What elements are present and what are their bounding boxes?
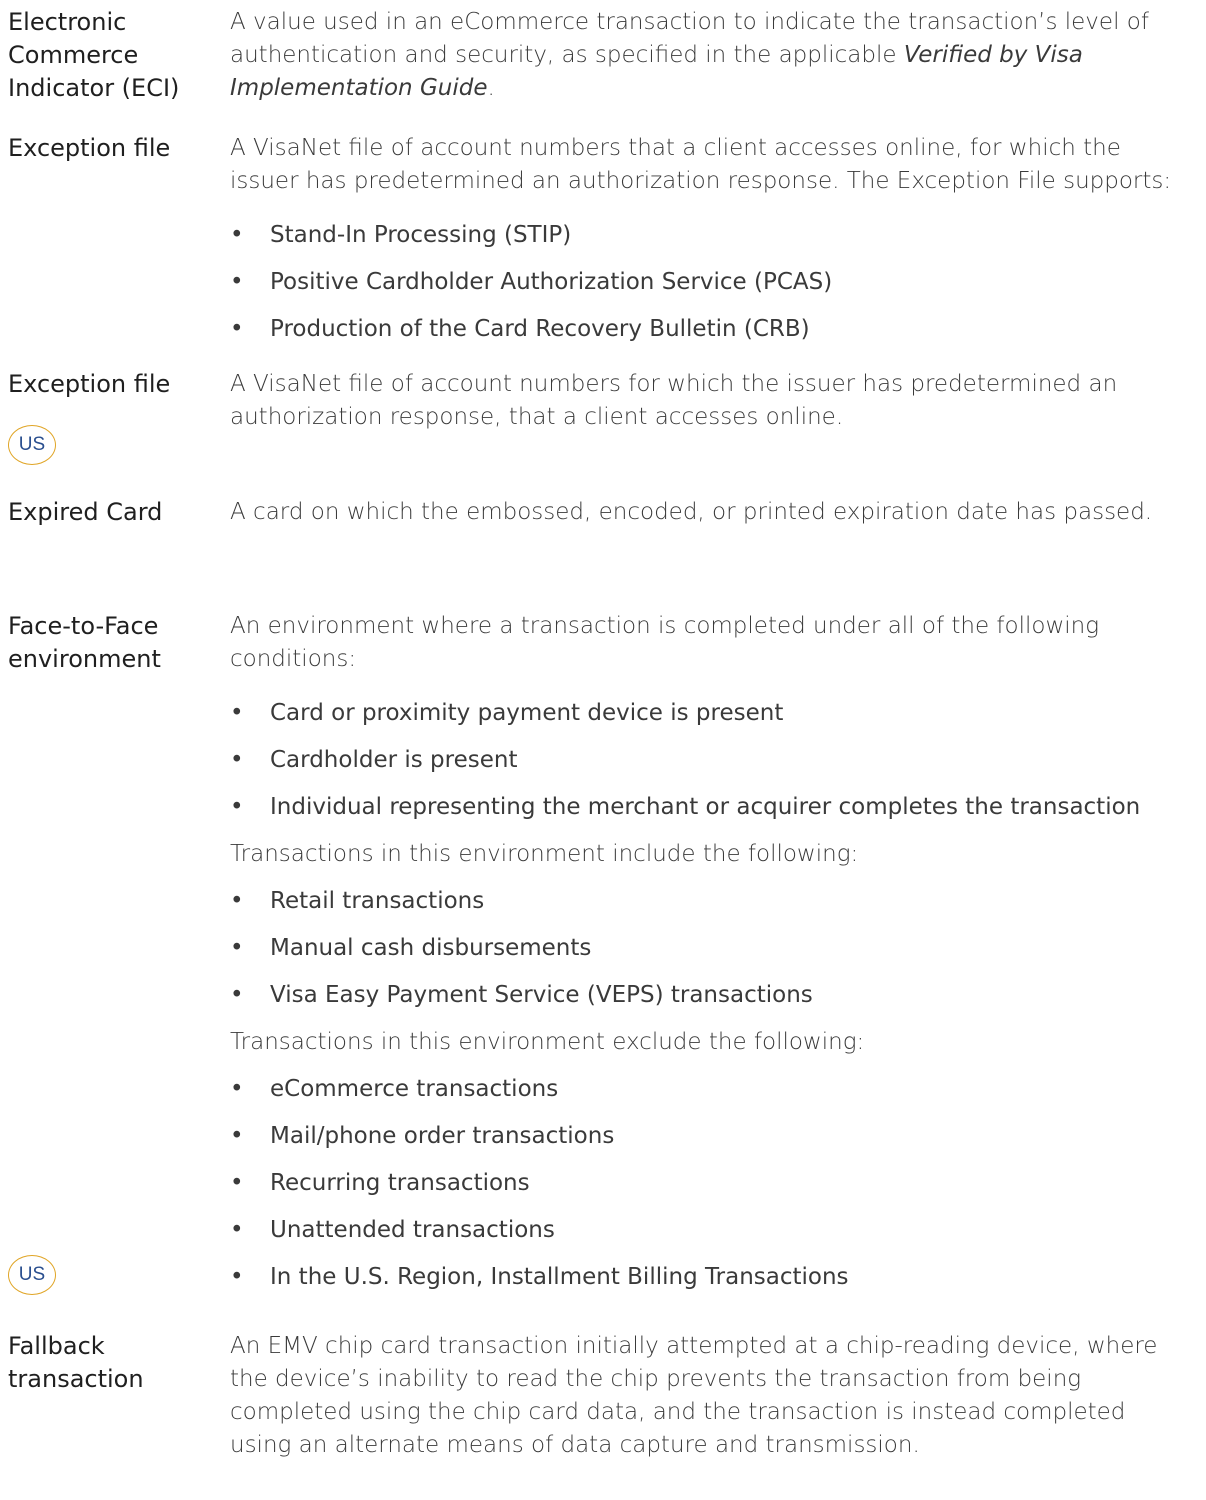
list-item-text: Cardholder is present [270,747,518,773]
bullet-icon: • [230,269,244,295]
list-item-text: eCommerce transactions [270,1076,559,1102]
definition-eci: A value used in an eCommerce transaction… [230,6,1190,105]
include-intro: Transactions in this environment include… [230,841,859,867]
term-face-to-face: Face-to-Face environment [8,612,161,673]
list-item-text: Production of the Card Recovery Bulletin… [270,316,810,342]
list-item-text: Recurring transactions [270,1170,530,1196]
list-item-text: Retail transactions [270,888,485,914]
bullet-icon: • [230,316,244,342]
term-expired-card: Expired Card [8,498,163,526]
definition-expired-card: A card on which the embossed, encoded, o… [230,499,1153,525]
bullet-icon: • [230,1217,244,1243]
list-item-text: Unattended transactions [270,1217,555,1243]
bullet-icon: • [230,1170,244,1196]
list-item-text: Stand-In Processing (STIP) [270,222,572,248]
bullet-icon: • [230,222,244,248]
definition-exception-file-us: A VisaNet file of account numbers for wh… [230,371,1118,430]
bullet-icon: • [230,1076,244,1102]
bullet-icon: • [230,888,244,914]
term-eci: Electronic Commerce Indicator (ECI) [8,8,180,102]
list-item-text: Card or proximity payment device is pres… [270,700,784,726]
definition-fallback-transaction: An EMV chip card transaction initially a… [230,1333,1158,1458]
us-region-badge: US [8,425,56,465]
bullet-icon: • [230,935,244,961]
list-item-text: Visa Easy Payment Service (VEPS) transac… [270,982,813,1008]
bullet-icon: • [230,700,244,726]
definition-eci-end: . [487,75,495,101]
bullet-icon: • [230,794,244,820]
term-fallback-transaction: Fallback transaction [8,1332,144,1393]
us-region-badge: US [8,1255,56,1295]
definition-face-to-face: An environment where a transaction is co… [230,613,1100,672]
list-item-text: Mail/phone order transactions [270,1123,615,1149]
list-item-text: In the U.S. Region, Installment Billing … [270,1264,849,1290]
list-item-text: Manual cash disbursements [270,935,592,961]
term-exception-file: Exception file [8,134,171,162]
exclude-intro: Transactions in this environment exclude… [230,1029,865,1055]
list-item-text: Positive Cardholder Authorization Servic… [270,269,833,295]
list-item-text: Individual representing the merchant or … [270,794,1141,820]
bullet-icon: • [230,982,244,1008]
bullet-icon: • [230,1264,244,1290]
definition-exception-file: A VisaNet file of account numbers that a… [230,135,1172,194]
bullet-icon: • [230,747,244,773]
term-exception-file-us: Exception file [8,370,171,398]
bullet-icon: • [230,1123,244,1149]
